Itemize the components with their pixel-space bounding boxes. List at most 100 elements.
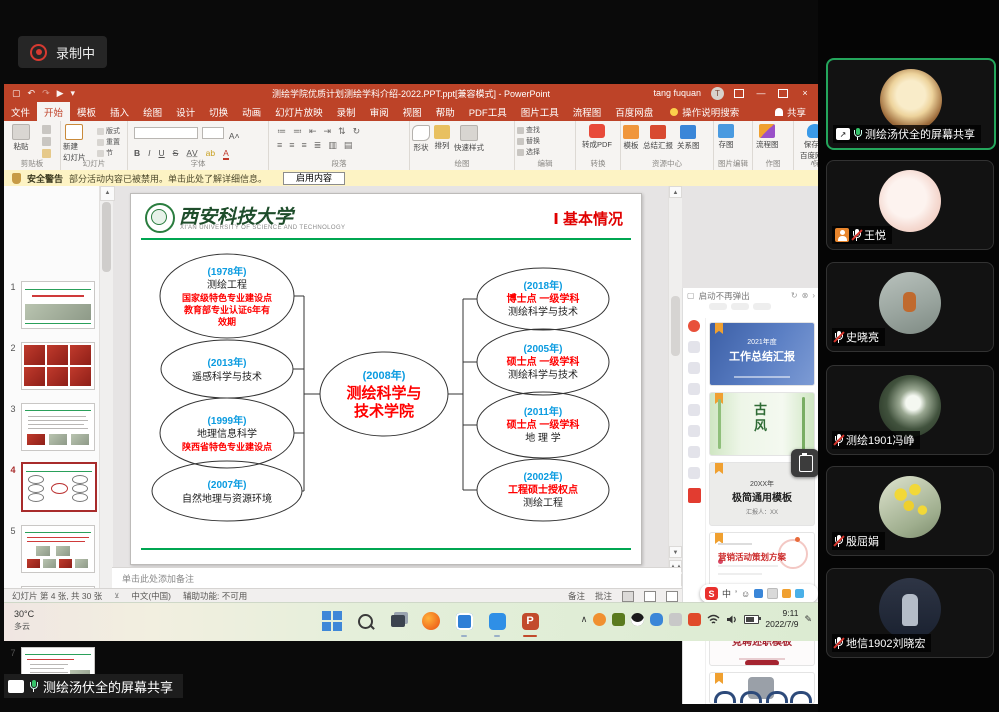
tray-tool-icon[interactable] xyxy=(669,613,682,626)
justify-icon[interactable]: ≣ xyxy=(314,140,322,151)
tab-slideshow[interactable]: 幻灯片放映 xyxy=(268,102,330,121)
qq-icon[interactable] xyxy=(631,613,644,626)
tab-animations[interactable]: 动画 xyxy=(235,102,268,121)
spellcheck-icon[interactable]: ⊻ xyxy=(114,592,119,600)
collapse-panel-icon[interactable]: › xyxy=(812,291,815,300)
customize-quick-access-icon[interactable]: ▾ xyxy=(71,88,76,99)
nvidia-icon[interactable] xyxy=(612,613,625,626)
powerpoint-icon[interactable]: P xyxy=(518,609,542,633)
replace-button[interactable]: 替换 xyxy=(526,136,540,146)
summary-report-button[interactable]: 总结汇报 xyxy=(643,125,673,151)
account-avatar[interactable]: T xyxy=(711,87,724,100)
notes-toggle[interactable]: 备注 xyxy=(568,590,585,602)
section-button[interactable]: 节 xyxy=(106,148,113,158)
ribbon-display-icon[interactable] xyxy=(734,89,744,98)
emoji-icon[interactable]: ☺ xyxy=(741,589,750,599)
tab-picture-tools[interactable]: 图片工具 xyxy=(514,102,566,121)
tab-flowchart[interactable]: 流程图 xyxy=(566,102,609,121)
tray-alert-icon[interactable] xyxy=(688,613,701,626)
slide-sorter-view-icon[interactable] xyxy=(644,591,656,602)
pen-icon[interactable]: ✎ xyxy=(804,614,812,625)
cut-icon[interactable] xyxy=(42,125,51,134)
arrange-button[interactable]: 排列 xyxy=(434,125,450,153)
slide-thumbnail-5[interactable] xyxy=(21,525,95,573)
slide-thumbnail-3[interactable] xyxy=(21,403,95,451)
select-button[interactable]: 选择 xyxy=(526,147,540,157)
template-button[interactable]: 模板 xyxy=(623,125,639,151)
volume-icon[interactable] xyxy=(726,614,738,625)
browser-icon[interactable] xyxy=(419,609,443,633)
line-spacing-icon[interactable]: ⇅ xyxy=(338,126,346,137)
current-slide[interactable]: 西安科技大学 XI'AN UNIVERSITY OF SCIENCE AND T… xyxy=(130,193,642,565)
tab-draw[interactable]: 绘图 xyxy=(136,102,169,121)
taskbar-clock[interactable]: 9:11 2022/7/9 xyxy=(765,608,798,630)
sogou-logo-icon[interactable]: S xyxy=(705,587,718,600)
battery-icon[interactable] xyxy=(744,615,759,624)
find-button[interactable]: 查找 xyxy=(526,125,540,135)
template-card-2[interactable]: 古 风 xyxy=(709,392,815,456)
task-view-button[interactable] xyxy=(386,609,410,633)
chinese-mode-icon[interactable]: 中 xyxy=(722,587,731,600)
indent-increase-icon[interactable]: ⇥ xyxy=(324,126,332,137)
taskbar-weather[interactable]: 30°C 多云 xyxy=(14,608,34,632)
relation-chart-button[interactable]: 关系图 xyxy=(677,125,700,151)
tray-expand-icon[interactable]: ∧ xyxy=(581,614,588,625)
ppt-title-bar[interactable]: ▢ ↶ ↷ ▶ ▾ 测绘学院优质计划测绘学科介绍-2022.PPT.ppt[兼容… xyxy=(4,84,818,102)
slideshow-view-icon[interactable] xyxy=(666,591,678,602)
tab-view[interactable]: 视图 xyxy=(396,102,429,121)
participant-tile[interactable]: 测绘1901冯峥 xyxy=(826,365,994,455)
align-right-icon[interactable]: ≡ xyxy=(302,140,307,151)
notes-pane[interactable]: 单击此处添加备注 xyxy=(112,567,681,588)
tray-app-icon[interactable] xyxy=(593,613,606,626)
checkbox-icon[interactable]: ▢ xyxy=(687,291,695,300)
voice-input-icon[interactable] xyxy=(754,589,763,598)
layout-button[interactable]: 版式 xyxy=(106,126,120,136)
participant-tile[interactable]: 地信1902刘晓宏 xyxy=(826,568,994,658)
panel-tool-icon[interactable] xyxy=(688,341,700,353)
input-method-toolbar[interactable]: S 中 ’ ☺ xyxy=(700,584,818,603)
tab-review[interactable]: 审阅 xyxy=(363,102,396,121)
close-panel-icon[interactable]: ⊗ xyxy=(802,291,809,300)
participant-tile-sharing[interactable]: ↗ 测绘汤伏全的屏幕共享 xyxy=(826,58,996,150)
tab-home[interactable]: 开始 xyxy=(37,102,70,121)
slide-thumbnail-2[interactable] xyxy=(21,342,95,390)
panel-tool-icon[interactable] xyxy=(688,425,700,437)
template-card-1[interactable]: 2021年度 工作总结汇报 xyxy=(709,322,815,386)
tab-template[interactable]: 模板 xyxy=(70,102,103,121)
align-left-icon[interactable]: ≡ xyxy=(277,140,282,151)
refresh-icon[interactable]: ↻ xyxy=(791,291,798,300)
panel-tool-icon[interactable] xyxy=(688,404,700,416)
close-icon[interactable]: × xyxy=(798,88,812,98)
search-button[interactable] xyxy=(353,609,377,633)
panel-tool-icon[interactable] xyxy=(688,446,700,458)
paste-button[interactable]: 粘贴 xyxy=(12,124,30,152)
slide-thumbnail-4-selected[interactable] xyxy=(21,462,97,512)
filter-bar[interactable] xyxy=(709,303,815,315)
tray-mic-icon[interactable] xyxy=(650,613,663,626)
format-painter-icon[interactable] xyxy=(42,149,51,158)
clipboard-fab[interactable] xyxy=(791,449,819,477)
normal-view-icon[interactable] xyxy=(622,591,634,602)
tab-help[interactable]: 帮助 xyxy=(429,102,462,121)
enable-content-button[interactable]: 启用内容 xyxy=(283,172,345,185)
columns-icon[interactable]: ▥ xyxy=(328,140,337,151)
scroll-up-icon[interactable]: ▲ xyxy=(669,186,682,198)
font-name-input[interactable] xyxy=(134,127,198,139)
collapse-ribbon-icon[interactable]: ∧ xyxy=(810,159,815,167)
slide-thumbnail-1[interactable] xyxy=(21,281,95,329)
align-center-icon[interactable]: ≡ xyxy=(289,140,294,151)
panel-tool-icon[interactable] xyxy=(688,467,700,479)
keyboard-icon[interactable] xyxy=(767,588,778,599)
panel-tool-icon[interactable] xyxy=(688,383,700,395)
redo-icon[interactable]: ↷ xyxy=(42,88,50,99)
tab-pdf-tools[interactable]: PDF工具 xyxy=(462,102,514,121)
tab-baidu-pan[interactable]: 百度网盘 xyxy=(608,102,660,121)
account-name[interactable]: tang fuquan xyxy=(653,88,701,98)
tab-file[interactable]: 文件 xyxy=(4,102,37,121)
meeting-app-icon[interactable] xyxy=(485,609,509,633)
toolbox-icon[interactable] xyxy=(782,589,791,598)
language-status[interactable]: 中文(中国) xyxy=(131,590,171,602)
to-pdf-button[interactable]: 转成PDF xyxy=(582,124,612,150)
skin-icon[interactable] xyxy=(795,589,804,598)
thumbnail-scrollbar[interactable]: ▲ xyxy=(99,186,113,588)
